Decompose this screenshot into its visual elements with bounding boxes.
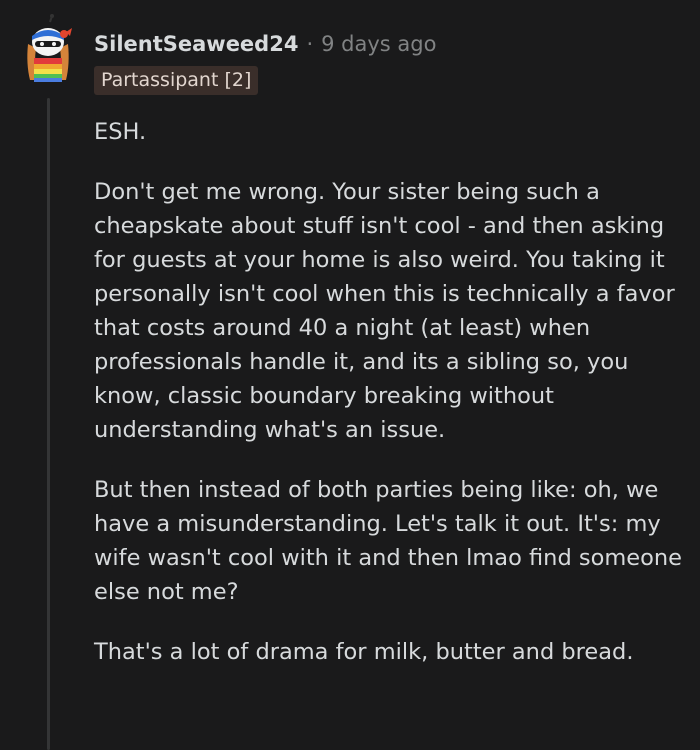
thread-collapse-line[interactable] xyxy=(47,98,50,750)
comment-body: ESH. Don't get me wrong. Your sister bei… xyxy=(94,115,684,695)
comment: SilentSeaweed24 · 9 days ago Partassipan… xyxy=(0,0,700,750)
author-username[interactable]: SilentSeaweed24 xyxy=(94,32,298,56)
comment-paragraph: But then instead of both parties being l… xyxy=(94,477,682,605)
comment-paragraph: Don't get me wrong. Your sister being su… xyxy=(94,179,675,443)
comment-paragraph: That's a lot of drama for milk, butter a… xyxy=(94,639,634,665)
snoo-avatar-icon[interactable] xyxy=(22,14,74,84)
comment-header: SilentSeaweed24 · 9 days ago xyxy=(94,29,436,59)
comment-paragraph: ESH. xyxy=(94,119,147,145)
separator-dot: · xyxy=(306,32,314,56)
comment-timestamp[interactable]: 9 days ago xyxy=(321,32,436,56)
user-flair: Partassipant [2] xyxy=(94,66,259,95)
